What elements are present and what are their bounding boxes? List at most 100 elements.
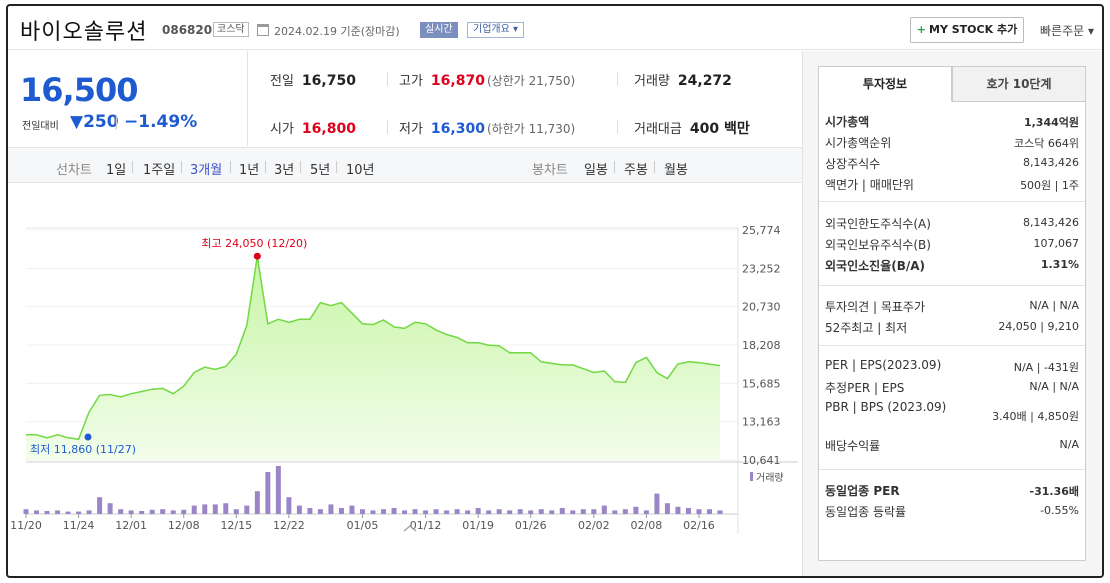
period-monthly[interactable]: 월봉: [664, 159, 688, 178]
company-overview-dropdown[interactable]: 기업개요 ▾: [467, 22, 524, 38]
mystock-label: MY STOCK 추가: [929, 23, 1018, 36]
upper-limit: (상한가 21,750): [486, 74, 576, 88]
info-row[interactable]: 동일업종 PER -31.36배: [825, 480, 1079, 500]
volume-bar: [223, 503, 229, 514]
info-value: N/A | N/A: [1029, 380, 1079, 393]
info-key: 투자의견 | 목표주가: [825, 300, 925, 314]
change-divider: |: [114, 114, 119, 130]
volume-bar: [570, 510, 576, 514]
stat-value: 16,800: [301, 121, 356, 137]
volume-bar: [254, 491, 260, 514]
volume-bar: [370, 510, 376, 514]
header: 바이오솔루션 086820 코스닥 2024.02.19 기준(장마감) 실시간…: [8, 6, 1102, 50]
volume-bar: [507, 510, 513, 514]
info-value: 1.31%: [1040, 258, 1079, 271]
info-value: 코스닥 664위: [1014, 137, 1079, 150]
info-row: 액면가 | 매매단위 500원 | 1주: [825, 174, 1079, 194]
x-tick-label: 01/19: [462, 519, 494, 532]
price-area: [26, 256, 720, 460]
x-tick-label: 02/02: [578, 519, 610, 532]
volume-bar: [359, 509, 365, 514]
x-tick-label: 12/22: [273, 519, 305, 532]
volume-bar: [86, 510, 92, 514]
min-label: 최저 11,860 (11/27): [30, 443, 136, 456]
volume-bar: [97, 497, 103, 514]
volume-bar: [591, 509, 597, 514]
volume-bar: [170, 510, 176, 514]
group-valuation: PER | EPS(2023.09) N/A | -431원 추정PER | EP…: [819, 346, 1085, 470]
volume-bar: [328, 504, 334, 514]
period-3y[interactable]: 3년: [274, 159, 294, 178]
info-row[interactable]: 동일업종 등락률 -0.55%: [825, 501, 1079, 521]
volume-bar: [307, 508, 313, 514]
info-row: 시가총액 1,344억원: [825, 111, 1079, 131]
y-tick-label: 23,252: [742, 262, 781, 275]
divider: [132, 161, 133, 173]
volume-bar: [34, 510, 40, 514]
volume-bar: [475, 508, 481, 514]
info-key: PBR | BPS (2023.09): [825, 400, 947, 414]
realtime-badge[interactable]: 실시간: [420, 22, 458, 38]
stat-label: 전일: [270, 74, 294, 89]
volume-bar: [423, 510, 429, 514]
quick-order-dropdown[interactable]: 빠른주문 ▾: [1040, 22, 1094, 39]
info-value: 3.40배 | 4,850원: [992, 410, 1079, 423]
lower-limit: (하한가 11,730): [486, 122, 576, 136]
info-value: 1,344억원: [1023, 116, 1079, 129]
divider: [300, 161, 301, 173]
volume-bar: [433, 509, 439, 514]
y-tick-label: 10,641: [742, 454, 781, 467]
chart-svg: 25,774 23,252 20,730 18,208 15,685 13,163 10,6…: [10, 224, 798, 534]
period-bar: 선차트 1일 1주일 3개월 1년 3년 5년 10년 봉차트 일봉 주봉 월봉: [8, 147, 802, 183]
volume-bar: [559, 508, 565, 514]
volume-bar: [549, 510, 555, 514]
volume-bar: [601, 505, 607, 514]
divider: [387, 72, 388, 86]
info-row: 외국인보유주식수(B) 107,067: [825, 234, 1079, 254]
add-mystock-button[interactable]: + MY STOCK 추가: [910, 17, 1024, 43]
volume-bar: [454, 509, 460, 514]
y-tick-label: 25,774: [742, 224, 781, 237]
invest-panel: 투자정보 호가 10단계 시가총액 1,344억원 시가총액순위 코스닥 664위 …: [802, 51, 1102, 576]
volume-bar: [496, 509, 502, 514]
y-tick-label: 13,163: [742, 416, 781, 429]
period-5y[interactable]: 5년: [310, 159, 330, 178]
info-row: 배당수익률 N/A: [825, 435, 1079, 455]
volume-bar: [465, 510, 471, 514]
price-chart[interactable]: 25,774 23,252 20,730 18,208 15,685 13,163 10,6…: [8, 184, 802, 534]
period-3m[interactable]: 3개월: [190, 159, 222, 178]
tab-invest-info[interactable]: 투자정보: [818, 66, 952, 102]
info-key: 외국인한도주식수(A): [825, 217, 931, 231]
info-key: 액면가 | 매매단위: [825, 178, 914, 192]
volume-bar: [107, 503, 113, 514]
info-value: 500원 | 1주: [1020, 179, 1079, 192]
period-1w[interactable]: 1주일: [143, 159, 175, 178]
info-value: N/A: [1059, 438, 1079, 451]
volume-bar: [296, 505, 302, 514]
date-text: 2024.02.19 기준(장마감): [274, 25, 400, 38]
period-weekly[interactable]: 주봉: [624, 159, 648, 178]
period-10y[interactable]: 10년: [346, 159, 375, 178]
divider: [614, 161, 615, 173]
stat-trade-value: 거래대금 400 백만: [634, 118, 750, 138]
y-tick-label: 15,685: [742, 377, 781, 390]
period-daily[interactable]: 일봉: [584, 159, 608, 178]
info-row: 상장주식수 8,143,426: [825, 153, 1079, 173]
info-value: -0.55%: [1040, 504, 1079, 517]
info-row: PBR | BPS (2023.09) 3.40배 | 4,850원: [825, 398, 1079, 423]
tab-order-book[interactable]: 호가 10단계: [952, 66, 1086, 102]
info-row[interactable]: 시가총액순위 코스닥 664위: [825, 132, 1079, 152]
period-1y[interactable]: 1년: [239, 159, 259, 178]
group-foreign: 외국인한도주식수(A) 8,143,426 외국인보유주식수(B) 107,067 …: [819, 202, 1085, 286]
period-1d[interactable]: 1일: [106, 159, 126, 178]
info-row: PER | EPS(2023.09) N/A | -431원: [825, 356, 1079, 376]
stat-label: 거래량: [634, 74, 670, 89]
info-key: PER | EPS(2023.09): [825, 358, 942, 372]
info-row: 외국인소진율(B/A) 1.31%: [825, 255, 1079, 275]
info-value: N/A | -431원: [1013, 361, 1079, 374]
volume-bar: [286, 497, 292, 514]
volume-bar: [717, 510, 723, 514]
volume-bar: [654, 493, 660, 514]
volume-bar: [139, 511, 145, 514]
info-row: 52주최고 | 최저 24,050 | 9,210: [825, 317, 1079, 337]
